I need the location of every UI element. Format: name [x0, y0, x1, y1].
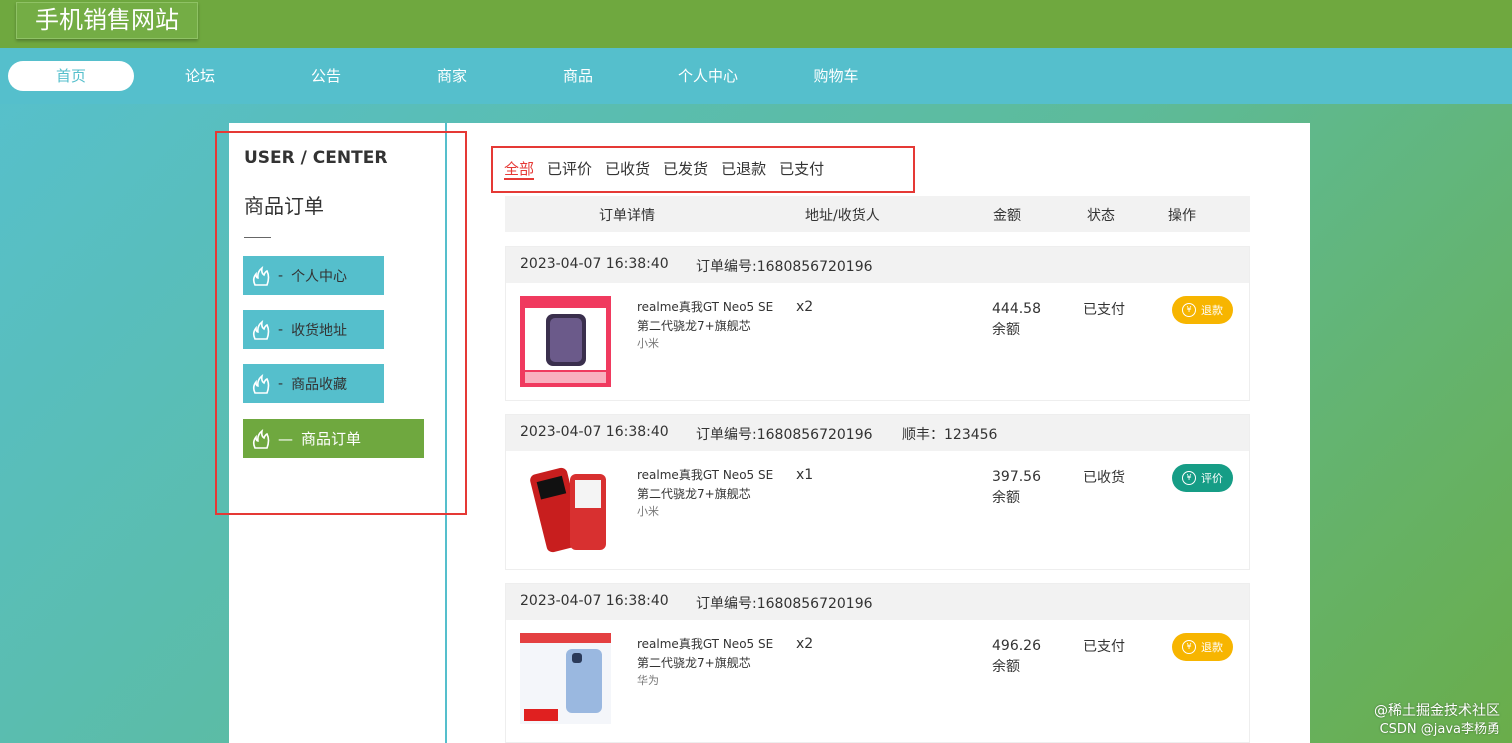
- main-nav: 首页 论坛 公告 商家 商品 个人中心 购物车: [0, 48, 1512, 104]
- action-label: 评价: [1201, 472, 1223, 485]
- order-amount: 444.58: [992, 301, 1041, 317]
- col-header-amount: 金额: [993, 208, 1021, 224]
- order-amount-block: 444.58 余额: [992, 299, 1041, 341]
- nav-item-home[interactable]: 首页: [8, 61, 134, 91]
- col-header-details: 订单详情: [599, 208, 655, 224]
- order-time: 2023-04-07 16:38:40: [520, 593, 669, 609]
- highlight-box-sidebar: [215, 131, 467, 515]
- refund-button[interactable]: ¥ 退款: [1172, 296, 1233, 324]
- product-name[interactable]: realme真我GT Neo5 SE 第二代骁龙7+旗舰芯: [637, 298, 787, 336]
- product-brand: 小米: [637, 337, 659, 350]
- order-quantity: x2: [796, 636, 814, 652]
- order-row: 2023-04-07 16:38:40 订单编号:1680856720196 顺…: [505, 414, 1250, 570]
- order-amount-block: 496.26 余额: [992, 636, 1041, 678]
- tab-shipped[interactable]: 已发货: [663, 158, 708, 180]
- nav-item-products[interactable]: 商品: [515, 61, 641, 91]
- order-header: 2023-04-07 16:38:40 订单编号:1680856720196: [506, 584, 1249, 620]
- yen-icon: ¥: [1182, 303, 1196, 317]
- order-quantity: x2: [796, 299, 814, 315]
- order-number: 订单编号:1680856720196: [696, 427, 873, 443]
- review-button[interactable]: ¥ 评价: [1172, 464, 1233, 492]
- nav-item-notice[interactable]: 公告: [263, 61, 389, 91]
- site-title[interactable]: 手机销售网站: [16, 2, 198, 39]
- top-bar: 手机销售网站: [0, 0, 1512, 48]
- tab-received[interactable]: 已收货: [605, 158, 650, 180]
- action-label: 退款: [1201, 641, 1223, 654]
- action-label: 退款: [1201, 304, 1223, 317]
- orders-table-header: 订单详情 地址/收货人 金额 状态 操作: [505, 196, 1250, 232]
- order-row: 2023-04-07 16:38:40 订单编号:1680856720196 r…: [505, 583, 1250, 743]
- watermark-juejin: @稀土掘金技术社区: [1374, 703, 1500, 719]
- watermark-csdn: CSDN @java李杨勇: [1379, 722, 1500, 737]
- order-time: 2023-04-07 16:38:40: [520, 424, 669, 440]
- order-status: 已收货: [1083, 470, 1125, 486]
- payment-method: 余额: [992, 322, 1020, 338]
- nav-item-cart[interactable]: 购物车: [773, 61, 899, 91]
- refund-button[interactable]: ¥ 退款: [1172, 633, 1233, 661]
- order-number: 订单编号:1680856720196: [696, 259, 873, 275]
- product-brand: 华为: [637, 674, 659, 687]
- nav-item-user-center[interactable]: 个人中心: [645, 61, 771, 91]
- product-brand: 小米: [637, 505, 659, 518]
- order-amount: 496.26: [992, 638, 1041, 654]
- product-name[interactable]: realme真我GT Neo5 SE 第二代骁龙7+旗舰芯: [637, 466, 787, 504]
- payment-method: 余额: [992, 490, 1020, 506]
- product-image[interactable]: [520, 296, 611, 387]
- order-time: 2023-04-07 16:38:40: [520, 256, 669, 272]
- product-image[interactable]: [520, 464, 611, 555]
- order-amount: 397.56: [992, 469, 1041, 485]
- order-shipping: 顺丰：123456: [902, 427, 998, 443]
- order-amount-block: 397.56 余额: [992, 467, 1041, 509]
- yen-icon: ¥: [1182, 640, 1196, 654]
- nav-item-forum[interactable]: 论坛: [137, 61, 263, 91]
- order-status: 已支付: [1083, 639, 1125, 655]
- col-header-action: 操作: [1168, 208, 1196, 224]
- order-header: 2023-04-07 16:38:40 订单编号:1680856720196: [506, 247, 1249, 283]
- col-header-status: 状态: [1087, 208, 1115, 224]
- product-image[interactable]: [520, 633, 611, 724]
- order-quantity: x1: [796, 467, 814, 483]
- order-number: 订单编号:1680856720196: [696, 596, 873, 612]
- payment-method: 余额: [992, 659, 1020, 675]
- col-header-address: 地址/收货人: [805, 208, 880, 224]
- order-status-tabs: 全部 已评价 已收货 已发货 已退款 已支付: [504, 158, 824, 180]
- tab-paid[interactable]: 已支付: [779, 158, 824, 180]
- order-header: 2023-04-07 16:38:40 订单编号:1680856720196 顺…: [506, 415, 1249, 451]
- nav-item-merchant[interactable]: 商家: [389, 61, 515, 91]
- order-status: 已支付: [1083, 302, 1125, 318]
- tab-refunded[interactable]: 已退款: [721, 158, 766, 180]
- tab-reviewed[interactable]: 已评价: [547, 158, 592, 180]
- product-name[interactable]: realme真我GT Neo5 SE 第二代骁龙7+旗舰芯: [637, 635, 787, 673]
- order-row: 2023-04-07 16:38:40 订单编号:1680856720196 r…: [505, 246, 1250, 401]
- yen-icon: ¥: [1182, 471, 1196, 485]
- tab-all[interactable]: 全部: [504, 158, 535, 180]
